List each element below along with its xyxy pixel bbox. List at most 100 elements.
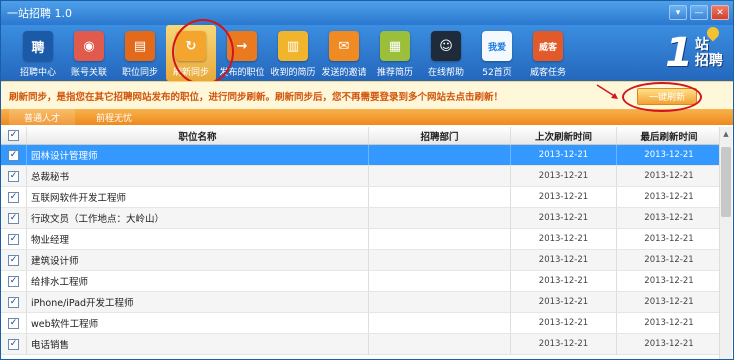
table-row[interactable]: ✓ 互联网软件开发工程师 2013-12-21 2013-12-21	[1, 187, 721, 208]
row-checkbox[interactable]: ✓	[8, 212, 19, 224]
job-name-cell: 电话销售	[27, 334, 369, 354]
main-toolbar: 聘招聘中心 ◉ 账号关联 ▤ 职位同步 ↻ 刷新同步 → 发布的职位 ▥ 收到的简历 ✉ 发送的邀请 ▦ 推…	[1, 24, 733, 81]
task-icon: 威客	[533, 31, 563, 61]
table-row[interactable]: ✓ 电话销售 2013-12-21 2013-12-21	[1, 334, 721, 355]
last-refresh-cell: 2013-12-21	[511, 250, 617, 270]
table-row[interactable]: ✓ 物业经理 2013-12-21 2013-12-21	[1, 229, 721, 250]
header-last-refresh[interactable]: 上次刷新时间	[511, 127, 617, 144]
department-cell	[369, 145, 511, 165]
toolbar-item-label: 推荐简历	[376, 68, 413, 78]
select-all-checkbox[interactable]: ✓	[8, 130, 19, 141]
window-controls: ▾ — ✕	[669, 5, 729, 20]
toolbar-item-1[interactable]: ◉ 账号关联	[64, 25, 114, 81]
title-bar[interactable]: 一站招聘 1.0 ▾ — ✕	[1, 1, 733, 25]
source-tabs: 普通人才 前程无忧	[1, 109, 733, 125]
row-checkbox[interactable]: ✓	[8, 254, 19, 266]
toolbar-item-label: 在线帮助	[427, 68, 464, 78]
table-row[interactable]: ✓ 园林设计管理师 2013-12-21 2013-12-21	[1, 145, 721, 166]
row-check-cell[interactable]: ✓	[1, 187, 27, 207]
row-checkbox[interactable]: ✓	[8, 338, 19, 350]
menu-icon[interactable]: ▾	[669, 5, 687, 20]
window-title: 一站招聘 1.0	[7, 7, 72, 20]
last-refresh-cell: 2013-12-21	[511, 292, 617, 312]
toolbar-item-2[interactable]: ▤ 职位同步	[115, 25, 165, 81]
header-final-refresh[interactable]: 最后刷新时间	[617, 127, 721, 144]
toolbar-item-8[interactable]: ☺ 在线帮助	[421, 25, 471, 81]
row-checkbox[interactable]: ✓	[8, 170, 19, 182]
final-refresh-cell: 2013-12-21	[644, 150, 694, 160]
last-refresh-cell: 2013-12-21	[511, 145, 617, 165]
toolbar-item-0[interactable]: 聘招聘中心	[13, 25, 63, 81]
department-cell	[369, 208, 511, 228]
table-row[interactable]: ✓ iPhone/iPad开发工程师 2013-12-21 2013-12-21	[1, 292, 721, 313]
table-row[interactable]: ✓ web软件工程师 2013-12-21 2013-12-21	[1, 313, 721, 334]
table-row[interactable]: ✓ 行政文员（工作地点：大岭山） 2013-12-21 2013-12-21	[1, 208, 721, 229]
row-checkbox[interactable]: ✓	[8, 275, 19, 287]
job-name-cell: 给排水工程师	[27, 271, 369, 291]
department-cell	[369, 187, 511, 207]
row-check-cell[interactable]: ✓	[1, 250, 27, 270]
final-refresh-cell: 2013-12-21	[644, 213, 694, 223]
row-check-cell[interactable]: ✓	[1, 229, 27, 249]
job-name-cell: 总裁秘书	[27, 166, 369, 186]
table-row[interactable]: ✓ 建筑设计师 2013-12-21 2013-12-21	[1, 250, 721, 271]
toolbar-item-label: 发送的邀请	[321, 68, 367, 78]
row-check-cell[interactable]: ✓	[1, 313, 27, 333]
final-refresh-cell: 2013-12-21	[644, 192, 694, 202]
inbox-icon: ▥	[278, 31, 308, 61]
row-checkbox[interactable]: ✓	[8, 317, 19, 329]
scroll-thumb[interactable]	[721, 147, 731, 217]
tab-normal-talent[interactable]: 普通人才	[9, 109, 76, 125]
annotation-arrow	[596, 84, 618, 99]
logo-digit: 1	[665, 30, 693, 76]
row-check-cell[interactable]: ✓	[1, 208, 27, 228]
table-row[interactable]: ✓ 总裁秘书 2013-12-21 2013-12-21	[1, 166, 721, 187]
header-check-cell[interactable]: ✓	[1, 127, 27, 144]
toolbar-item-label: 威客任务	[529, 68, 566, 78]
row-check-cell[interactable]: ✓	[1, 271, 27, 291]
row-checkbox[interactable]: ✓	[8, 296, 19, 308]
toolbar-item-10[interactable]: 威客 威客任务	[523, 25, 573, 81]
row-checkbox[interactable]: ✓	[8, 149, 19, 161]
toolbar-item-5[interactable]: ▥ 收到的简历	[268, 25, 318, 81]
toolbar-item-label: 52首页	[482, 68, 512, 78]
tab-51job[interactable]: 前程无忧	[81, 109, 147, 125]
row-check-cell[interactable]: ✓	[1, 334, 27, 354]
toolbar-item-7[interactable]: ▦ 推荐简历	[370, 25, 420, 81]
vertical-scrollbar[interactable]: ▲	[719, 127, 732, 359]
close-icon[interactable]: ✕	[711, 5, 729, 20]
scroll-up-icon[interactable]: ▲	[720, 127, 732, 140]
row-check-cell[interactable]: ✓	[1, 292, 27, 312]
minimize-icon[interactable]: —	[690, 5, 708, 20]
row-check-cell[interactable]: ✓	[1, 145, 27, 165]
last-refresh-cell: 2013-12-21	[511, 271, 617, 291]
final-refresh-cell: 2013-12-21	[644, 255, 694, 265]
logo-line1: 站	[694, 37, 709, 53]
final-refresh-cell: 2013-12-21	[644, 297, 694, 307]
last-refresh-cell: 2013-12-21	[511, 208, 617, 228]
header-job-name[interactable]: 职位名称	[27, 127, 369, 144]
row-checkbox[interactable]: ✓	[8, 233, 19, 245]
last-refresh-cell: 2013-12-21	[511, 166, 617, 186]
row-checkbox[interactable]: ✓	[8, 191, 19, 203]
final-refresh-cell: 2013-12-21	[644, 171, 694, 181]
resume-icon: ▦	[380, 31, 410, 61]
toolbar-item-label: 账号关联	[70, 68, 107, 78]
department-cell	[369, 334, 511, 354]
department-cell	[369, 229, 511, 249]
header-department[interactable]: 招聘部门	[369, 127, 511, 144]
final-refresh-cell: 2013-12-21	[644, 339, 694, 349]
toolbar-item-6[interactable]: ✉ 发送的邀请	[319, 25, 369, 81]
row-check-cell[interactable]: ✓	[1, 166, 27, 186]
job-name-cell: iPhone/iPad开发工程师	[27, 292, 369, 312]
toolbar-item-9[interactable]: 我爱 52首页	[472, 25, 522, 81]
logo-line2: 招聘	[694, 53, 723, 69]
pin-icon: 聘	[23, 31, 53, 61]
app-logo: 1 站 招聘	[663, 24, 725, 79]
table-row[interactable]: ✓ 给排水工程师 2013-12-21 2013-12-21	[1, 271, 721, 292]
final-refresh-cell: 2013-12-21	[644, 276, 694, 286]
annotation-ring-refresh-button	[622, 82, 702, 112]
department-cell	[369, 292, 511, 312]
department-cell	[369, 250, 511, 270]
jobs-table: ✓ 职位名称 招聘部门 上次刷新时间 最后刷新时间 ✓ 园林设计管理师 2013-1…	[1, 127, 721, 355]
